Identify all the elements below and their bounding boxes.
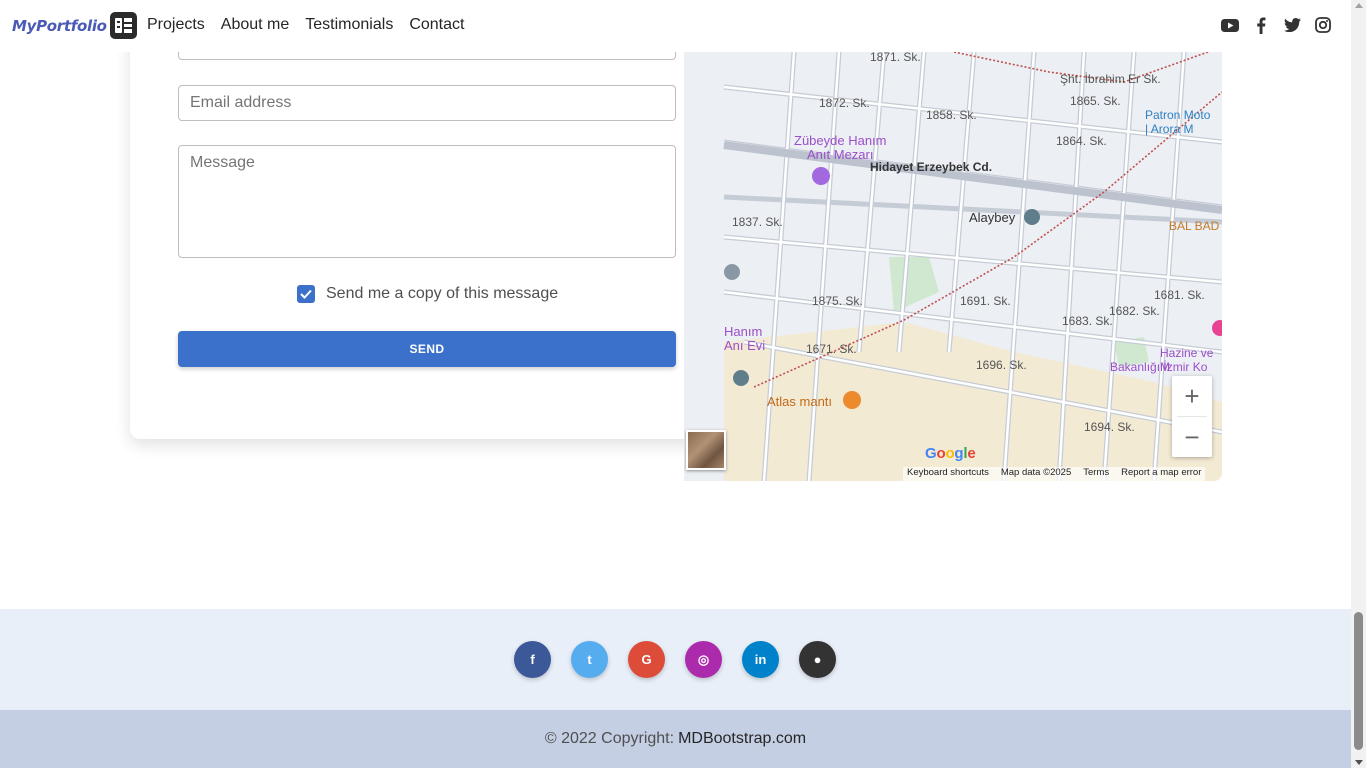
linkedin-icon[interactable]: in xyxy=(742,641,779,678)
facebook-icon[interactable] xyxy=(1252,16,1270,34)
satellite-toggle[interactable] xyxy=(686,430,726,470)
map-attribution: Keyboard shortcuts Map data ©2025 Terms … xyxy=(903,467,1206,481)
map-label: Anı Evi xyxy=(724,338,766,353)
map-label: BAL BAD xyxy=(1169,219,1220,233)
nav-link-contact[interactable]: Contact xyxy=(409,16,464,34)
terms-link[interactable]: Terms xyxy=(1083,467,1109,481)
copy-checkbox-label[interactable]: Send me a copy of this message xyxy=(326,285,558,303)
map-label: 1858. Sk. xyxy=(926,108,977,122)
report-error-link[interactable]: Report a map error xyxy=(1121,467,1201,481)
google-icon[interactable]: G xyxy=(628,641,665,678)
map-label: 1683. Sk. xyxy=(1062,314,1113,328)
map-label: 1875. Sk. xyxy=(812,294,863,308)
map-label: | Arora M xyxy=(1145,122,1194,136)
footer-copyright: © 2022 Copyright: MDBootstrap.com xyxy=(0,710,1351,768)
page-scrollbar[interactable] xyxy=(1351,0,1366,768)
zoom-controls: + − xyxy=(1172,376,1212,457)
map-label: Şht. İbrahim Er Sk. xyxy=(1060,72,1161,86)
nav-links: Projects About me Testimonials Contact xyxy=(147,16,464,34)
map-label: 1837. Sk. xyxy=(732,215,783,229)
map-label: Zübeyde Hanım xyxy=(794,133,887,148)
map-data-text: Map data ©2025 xyxy=(1000,467,1072,478)
map-label: 1691. Sk. xyxy=(960,294,1011,308)
map-label: Alaybey xyxy=(969,210,1016,225)
youtube-icon[interactable] xyxy=(1221,16,1239,34)
map-label: Atlas mantı xyxy=(767,394,833,409)
map-label: 1694. Sk. xyxy=(1084,420,1135,434)
twitter-icon[interactable] xyxy=(1283,16,1301,34)
copy-checkbox[interactable] xyxy=(297,285,315,303)
brand-text: MyPortfolio xyxy=(12,16,107,35)
map-label: Patron Moto xyxy=(1145,108,1211,122)
google-logo: Google xyxy=(925,445,976,462)
map-label: 1872. Sk. xyxy=(819,96,870,110)
copy-checkbox-row: Send me a copy of this message xyxy=(297,285,558,303)
message-field[interactable]: Message xyxy=(178,145,676,258)
zoom-in-button[interactable]: + xyxy=(1172,376,1212,416)
scroll-down-arrow[interactable] xyxy=(1355,760,1363,765)
footer-social-buttons: f t G ◎ in ● xyxy=(514,641,836,678)
map-label: 1864. Sk. xyxy=(1056,134,1107,148)
copyright-text: © 2022 Copyright: xyxy=(544,730,675,747)
map-label: Hanım xyxy=(724,324,763,339)
map-label: 1682. Sk. xyxy=(1109,304,1160,318)
scroll-thumb[interactable] xyxy=(1354,612,1363,750)
nav-link-testimonials[interactable]: Testimonials xyxy=(305,16,393,34)
map-label: 1681. Sk. xyxy=(1154,288,1205,302)
scroll-up-arrow[interactable] xyxy=(1355,3,1363,8)
zoom-out-button[interactable]: − xyxy=(1172,417,1212,457)
brand-icon xyxy=(109,12,137,39)
nav-link-about[interactable]: About me xyxy=(221,16,289,34)
brand-logo[interactable]: MyPortfolio xyxy=(12,12,137,39)
github-icon[interactable]: ● xyxy=(799,641,836,678)
keyboard-shortcuts-link[interactable]: Keyboard shortcuts xyxy=(907,467,989,481)
instagram-icon[interactable] xyxy=(1314,16,1332,34)
nav-social-icons xyxy=(1221,16,1332,34)
map-label: Bakanlığı İzmir Ko xyxy=(1110,360,1208,374)
map-label: 1696. Sk. xyxy=(976,358,1027,372)
nav-link-projects[interactable]: Projects xyxy=(147,16,205,34)
map-label: 1865. Sk. xyxy=(1070,94,1121,108)
send-button[interactable]: SEND xyxy=(178,331,676,367)
twitter-icon[interactable]: t xyxy=(571,641,608,678)
map-label: 1871. Sk. xyxy=(870,52,921,64)
footer-social-section: f t G ◎ in ● xyxy=(0,609,1351,710)
instagram-icon[interactable]: ◎ xyxy=(685,641,722,678)
map-label: Anıt Mezarı xyxy=(807,147,874,162)
map-label: Hidayet Erzeybek Cd. xyxy=(870,160,993,174)
copyright-link[interactable]: MDBootstrap.com xyxy=(678,730,806,748)
map-label: 1671. Sk. xyxy=(806,342,857,356)
email-field[interactable]: Email address xyxy=(178,85,676,121)
contact-form-card: Email address Message Send me a copy of … xyxy=(130,10,724,439)
navbar: MyPortfolio Projects About me Testimonia… xyxy=(0,0,1351,52)
facebook-icon[interactable]: f xyxy=(514,641,551,678)
embedded-map[interactable]: 1871. Sk. 1872. Sk. 1858. Sk. Şht. İbrah… xyxy=(684,52,1222,481)
